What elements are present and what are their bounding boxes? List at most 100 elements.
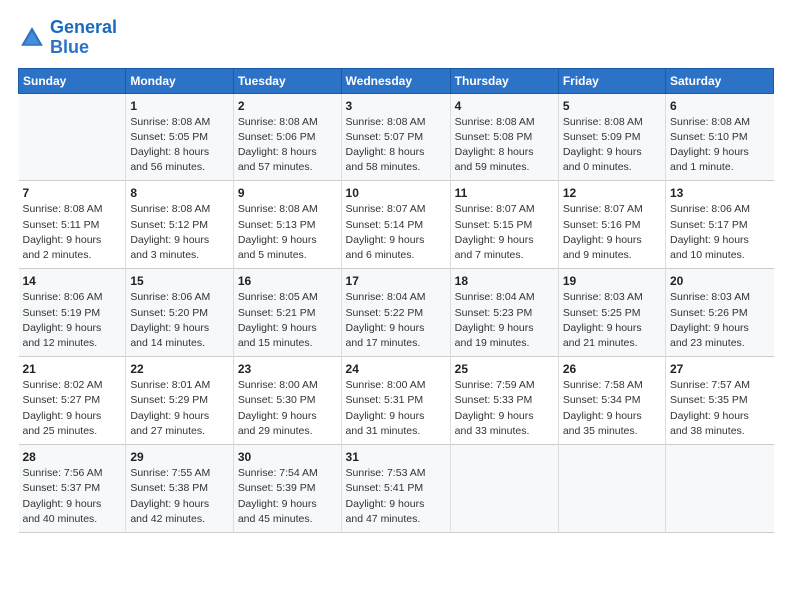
day-info: Sunrise: 8:07 AM Sunset: 5:14 PM Dayligh…: [346, 202, 446, 263]
day-number: 23: [238, 362, 337, 376]
weekday-header-sunday: Sunday: [19, 68, 126, 93]
weekday-header-monday: Monday: [126, 68, 234, 93]
calendar-cell: [450, 445, 558, 533]
calendar-cell: 24 Sunrise: 8:00 AM Sunset: 5:31 PM Dayli…: [341, 357, 450, 445]
calendar-cell: 9 Sunrise: 8:08 AM Sunset: 5:13 PM Daylig…: [233, 181, 341, 269]
day-number: 21: [23, 362, 122, 376]
calendar-cell: 16 Sunrise: 8:05 AM Sunset: 5:21 PM Dayli…: [233, 269, 341, 357]
day-number: 2: [238, 99, 337, 113]
day-info: Sunrise: 8:00 AM Sunset: 5:30 PM Dayligh…: [238, 378, 337, 439]
day-number: 19: [563, 274, 661, 288]
day-number: 15: [130, 274, 229, 288]
day-info: Sunrise: 8:08 AM Sunset: 5:10 PM Dayligh…: [670, 115, 770, 176]
day-info: Sunrise: 8:07 AM Sunset: 5:15 PM Dayligh…: [455, 202, 554, 263]
calendar-cell: 4 Sunrise: 8:08 AM Sunset: 5:08 PM Daylig…: [450, 93, 558, 181]
calendar-cell: 17 Sunrise: 8:04 AM Sunset: 5:22 PM Dayli…: [341, 269, 450, 357]
day-info: Sunrise: 8:01 AM Sunset: 5:29 PM Dayligh…: [130, 378, 229, 439]
day-number: 14: [23, 274, 122, 288]
day-number: 11: [455, 186, 554, 200]
calendar-cell: 3Sunrise: 8:08 AM Sunset: 5:07 PM Daylig…: [341, 93, 450, 181]
day-info: Sunrise: 8:08 AM Sunset: 5:12 PM Dayligh…: [130, 202, 229, 263]
day-info: Sunrise: 8:08 AM Sunset: 5:09 PM Dayligh…: [563, 115, 661, 176]
day-info: Sunrise: 8:06 AM Sunset: 5:17 PM Dayligh…: [670, 202, 770, 263]
calendar-cell: 7Sunrise: 8:08 AM Sunset: 5:11 PM Daylig…: [19, 181, 126, 269]
day-number: 5: [563, 99, 661, 113]
logo-text: General Blue: [50, 18, 117, 58]
day-number: 17: [346, 274, 446, 288]
day-info: Sunrise: 7:53 AM Sunset: 5:41 PM Dayligh…: [346, 466, 446, 527]
day-info: Sunrise: 8:02 AM Sunset: 5:27 PM Dayligh…: [23, 378, 122, 439]
page: General Blue SundayMondayTuesdayWednesda…: [0, 0, 792, 612]
day-number: 8: [130, 186, 229, 200]
calendar-table: SundayMondayTuesdayWednesdayThursdayFrid…: [18, 68, 774, 533]
calendar-cell: [665, 445, 773, 533]
day-info: Sunrise: 8:06 AM Sunset: 5:19 PM Dayligh…: [23, 290, 122, 351]
day-info: Sunrise: 7:59 AM Sunset: 5:33 PM Dayligh…: [455, 378, 554, 439]
day-info: Sunrise: 7:55 AM Sunset: 5:38 PM Dayligh…: [130, 466, 229, 527]
day-number: 12: [563, 186, 661, 200]
weekday-header-thursday: Thursday: [450, 68, 558, 93]
day-number: 4: [455, 99, 554, 113]
logo: General Blue: [18, 18, 117, 58]
calendar-cell: 18 Sunrise: 8:04 AM Sunset: 5:23 PM Dayli…: [450, 269, 558, 357]
calendar-cell: 1 Sunrise: 8:08 AM Sunset: 5:05 PM Daylig…: [126, 93, 234, 181]
calendar-cell: 23 Sunrise: 8:00 AM Sunset: 5:30 PM Dayli…: [233, 357, 341, 445]
day-number: 30: [238, 450, 337, 464]
calendar-cell: 21 Sunrise: 8:02 AM Sunset: 5:27 PM Dayli…: [19, 357, 126, 445]
day-number: 1: [130, 99, 229, 113]
day-info: Sunrise: 8:08 AM Sunset: 5:08 PM Dayligh…: [455, 115, 554, 176]
week-row-5: 28Sunrise: 7:56 AM Sunset: 5:37 PM Dayli…: [19, 445, 774, 533]
weekday-header-saturday: Saturday: [665, 68, 773, 93]
day-info: Sunrise: 8:08 AM Sunset: 5:05 PM Dayligh…: [130, 115, 229, 176]
day-info: Sunrise: 8:03 AM Sunset: 5:26 PM Dayligh…: [670, 290, 770, 351]
logo-icon: [18, 24, 46, 52]
calendar-cell: 19 Sunrise: 8:03 AM Sunset: 5:25 PM Dayli…: [558, 269, 665, 357]
week-row-1: 1 Sunrise: 8:08 AM Sunset: 5:05 PM Daylig…: [19, 93, 774, 181]
week-row-4: 21 Sunrise: 8:02 AM Sunset: 5:27 PM Dayli…: [19, 357, 774, 445]
day-number: 24: [346, 362, 446, 376]
week-row-3: 14 Sunrise: 8:06 AM Sunset: 5:19 PM Dayli…: [19, 269, 774, 357]
calendar-cell: 27Sunrise: 7:57 AM Sunset: 5:35 PM Dayli…: [665, 357, 773, 445]
day-number: 20: [670, 274, 770, 288]
calendar-cell: 15Sunrise: 8:06 AM Sunset: 5:20 PM Dayli…: [126, 269, 234, 357]
calendar-cell: 2 Sunrise: 8:08 AM Sunset: 5:06 PM Daylig…: [233, 93, 341, 181]
day-number: 28: [23, 450, 122, 464]
day-info: Sunrise: 8:08 AM Sunset: 5:13 PM Dayligh…: [238, 202, 337, 263]
day-number: 16: [238, 274, 337, 288]
weekday-header-row: SundayMondayTuesdayWednesdayThursdayFrid…: [19, 68, 774, 93]
day-number: 10: [346, 186, 446, 200]
calendar-cell: 20 Sunrise: 8:03 AM Sunset: 5:26 PM Dayli…: [665, 269, 773, 357]
calendar-cell: 8 Sunrise: 8:08 AM Sunset: 5:12 PM Daylig…: [126, 181, 234, 269]
day-info: Sunrise: 8:08 AM Sunset: 5:11 PM Dayligh…: [23, 202, 122, 263]
day-info: Sunrise: 7:58 AM Sunset: 5:34 PM Dayligh…: [563, 378, 661, 439]
day-info: Sunrise: 8:00 AM Sunset: 5:31 PM Dayligh…: [346, 378, 446, 439]
day-number: 9: [238, 186, 337, 200]
calendar-cell: [19, 93, 126, 181]
calendar-cell: [558, 445, 665, 533]
calendar-cell: 5 Sunrise: 8:08 AM Sunset: 5:09 PM Daylig…: [558, 93, 665, 181]
day-info: Sunrise: 8:08 AM Sunset: 5:06 PM Dayligh…: [238, 115, 337, 176]
day-info: Sunrise: 8:05 AM Sunset: 5:21 PM Dayligh…: [238, 290, 337, 351]
day-info: Sunrise: 8:03 AM Sunset: 5:25 PM Dayligh…: [563, 290, 661, 351]
day-number: 26: [563, 362, 661, 376]
day-number: 18: [455, 274, 554, 288]
week-row-2: 7Sunrise: 8:08 AM Sunset: 5:11 PM Daylig…: [19, 181, 774, 269]
day-info: Sunrise: 8:04 AM Sunset: 5:22 PM Dayligh…: [346, 290, 446, 351]
calendar-cell: 11 Sunrise: 8:07 AM Sunset: 5:15 PM Dayli…: [450, 181, 558, 269]
day-info: Sunrise: 8:04 AM Sunset: 5:23 PM Dayligh…: [455, 290, 554, 351]
weekday-header-wednesday: Wednesday: [341, 68, 450, 93]
calendar-cell: 26 Sunrise: 7:58 AM Sunset: 5:34 PM Dayli…: [558, 357, 665, 445]
day-number: 31: [346, 450, 446, 464]
day-number: 25: [455, 362, 554, 376]
calendar-cell: 14 Sunrise: 8:06 AM Sunset: 5:19 PM Dayli…: [19, 269, 126, 357]
day-info: Sunrise: 8:07 AM Sunset: 5:16 PM Dayligh…: [563, 202, 661, 263]
calendar-cell: 12 Sunrise: 8:07 AM Sunset: 5:16 PM Dayli…: [558, 181, 665, 269]
calendar-cell: 13 Sunrise: 8:06 AM Sunset: 5:17 PM Dayli…: [665, 181, 773, 269]
day-number: 13: [670, 186, 770, 200]
calendar-cell: 28Sunrise: 7:56 AM Sunset: 5:37 PM Dayli…: [19, 445, 126, 533]
calendar-cell: 31 Sunrise: 7:53 AM Sunset: 5:41 PM Dayli…: [341, 445, 450, 533]
calendar-cell: 10 Sunrise: 8:07 AM Sunset: 5:14 PM Dayli…: [341, 181, 450, 269]
day-info: Sunrise: 7:54 AM Sunset: 5:39 PM Dayligh…: [238, 466, 337, 527]
calendar-cell: 30 Sunrise: 7:54 AM Sunset: 5:39 PM Dayli…: [233, 445, 341, 533]
calendar-cell: 22Sunrise: 8:01 AM Sunset: 5:29 PM Dayli…: [126, 357, 234, 445]
